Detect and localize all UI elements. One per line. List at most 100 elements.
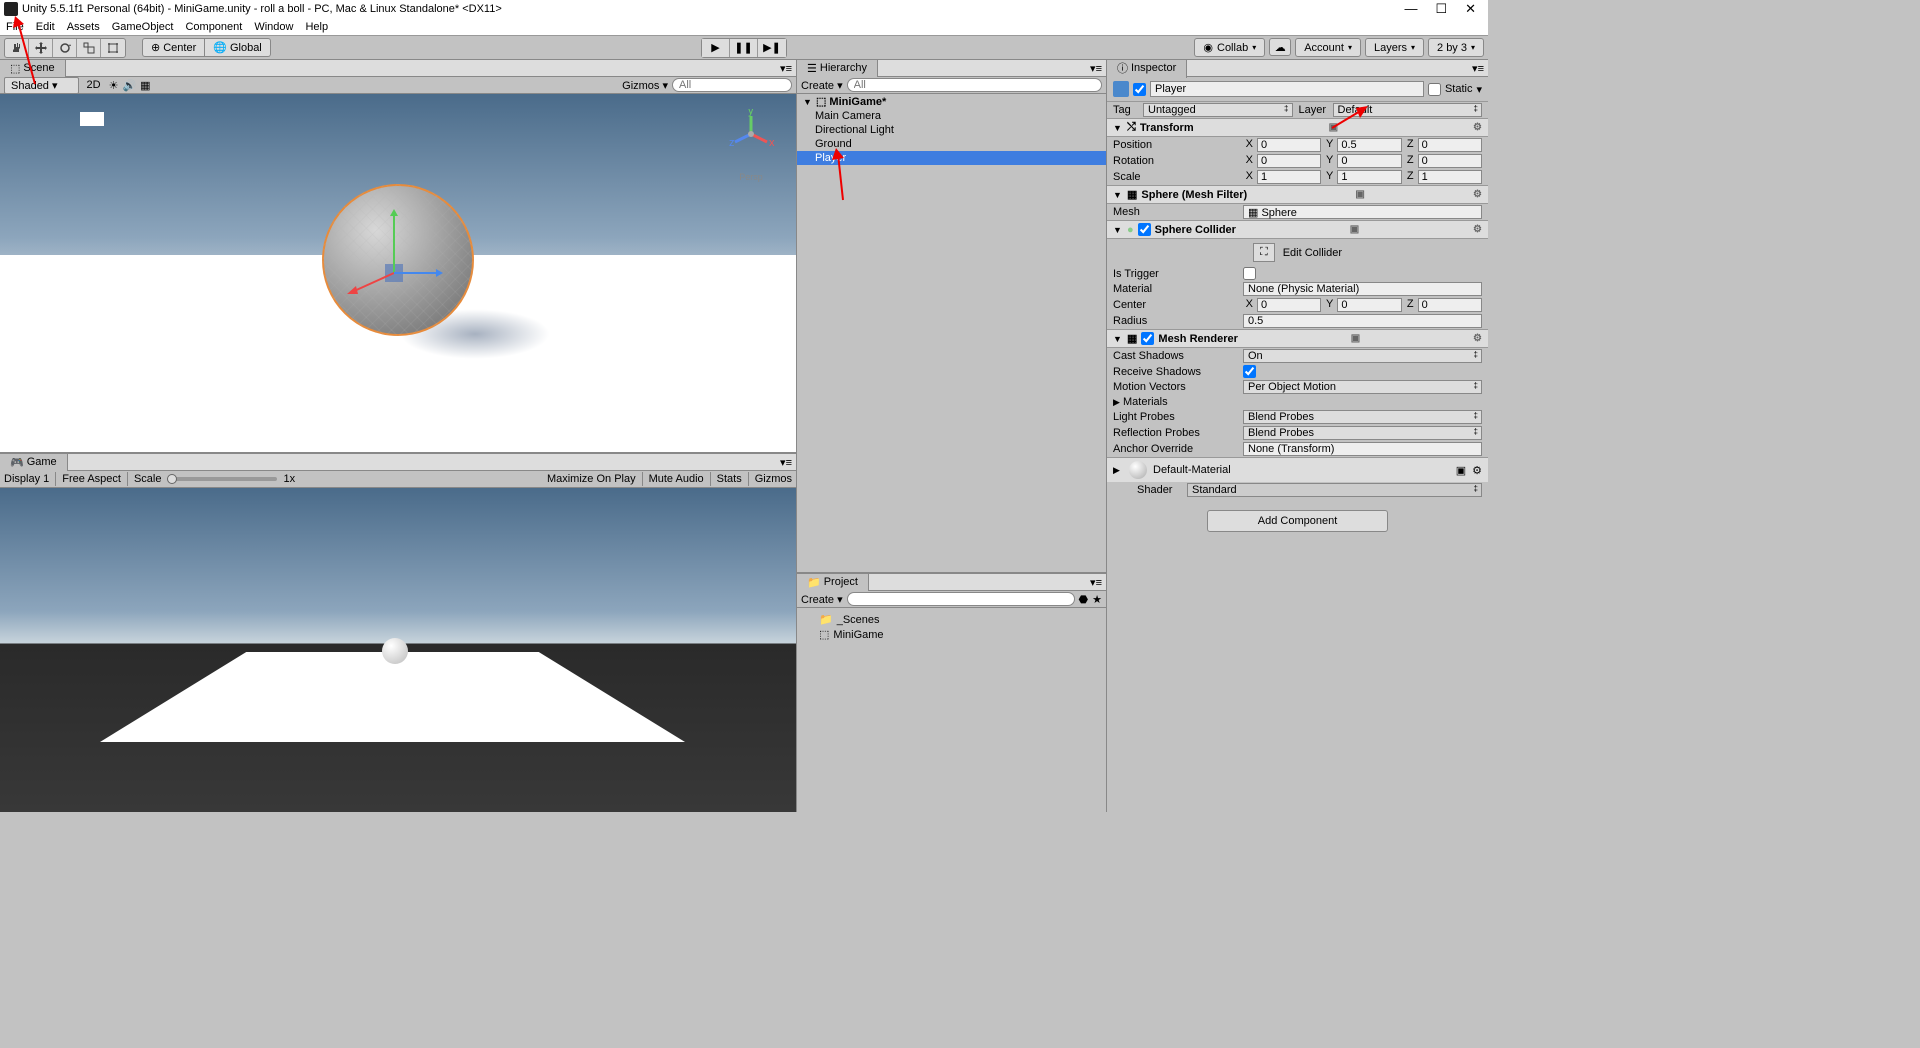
layer-dropdown[interactable]: Default (1333, 103, 1483, 117)
mode-2d-toggle[interactable]: 2D (83, 79, 105, 91)
menu-help[interactable]: Help (305, 21, 328, 33)
meshfilter-component-header[interactable]: ▼ ▦ Sphere (Mesh Filter) ▣ ⚙ (1107, 185, 1488, 204)
hierarchy-tree[interactable]: ▼ ⬚ MiniGame* Main Camera Directional Li… (797, 94, 1106, 572)
foldout-icon[interactable]: ▶ (1113, 397, 1123, 408)
center-x-input[interactable] (1257, 298, 1321, 312)
hierarchy-create-dropdown[interactable]: Create ▾ (801, 79, 843, 92)
shader-dropdown[interactable]: Standard (1187, 483, 1482, 497)
maximize-button[interactable]: ☐ (1435, 1, 1447, 17)
add-component-button[interactable]: Add Component (1207, 510, 1389, 532)
fx-toggle-icon[interactable]: ▦ (140, 79, 150, 92)
pivot-center-button[interactable]: ⊕ Center (142, 38, 205, 57)
renderer-component-header[interactable]: ▼ ▦ Mesh Renderer ▣ ⚙ (1107, 329, 1488, 348)
game-tab[interactable]: 🎮 Game (0, 454, 68, 471)
account-dropdown[interactable]: Account (1295, 38, 1361, 57)
component-help-icon[interactable]: ▣ (1456, 464, 1466, 477)
panel-menu-icon[interactable]: ▾≡ (1090, 576, 1106, 589)
physic-material-field[interactable]: None (Physic Material) (1243, 282, 1482, 296)
projection-label[interactable]: Persp (726, 172, 776, 182)
menu-assets[interactable]: Assets (67, 21, 100, 33)
panel-menu-icon[interactable]: ▾≡ (1090, 62, 1106, 75)
shading-mode-dropdown[interactable]: Shaded ▾ (4, 77, 79, 94)
hierarchy-scene-root[interactable]: ▼ ⬚ MiniGame* (797, 94, 1106, 109)
move-tool-button[interactable] (29, 39, 53, 57)
menu-edit[interactable]: Edit (36, 21, 55, 33)
hand-tool-button[interactable] (5, 39, 29, 57)
gizmos-dropdown[interactable]: Gizmos ▾ (622, 79, 668, 92)
transform-component-header[interactable]: ▼ ⤭ Transform ▣ ⚙ (1107, 118, 1488, 137)
hierarchy-item-ground[interactable]: Ground (797, 137, 1106, 151)
component-settings-icon[interactable]: ⚙ (1473, 333, 1482, 344)
foldout-icon[interactable]: ▼ (803, 97, 813, 107)
component-help-icon[interactable]: ▣ (1350, 224, 1359, 235)
hierarchy-search-input[interactable] (847, 78, 1102, 92)
position-y-input[interactable] (1337, 138, 1401, 152)
gameobject-icon[interactable] (1113, 81, 1129, 97)
component-help-icon[interactable]: ▣ (1329, 122, 1338, 133)
project-scene-minigame[interactable]: ⬚ MiniGame (801, 627, 1102, 642)
collab-dropdown[interactable]: ◉ Collab (1194, 38, 1265, 57)
scene-search-input[interactable] (672, 78, 792, 92)
pause-button[interactable]: ❚❚ (730, 39, 758, 57)
mesh-field[interactable]: ▦ Sphere (1243, 205, 1482, 219)
mute-toggle[interactable]: Mute Audio (649, 473, 704, 485)
renderer-enabled-checkbox[interactable] (1141, 332, 1154, 345)
material-header[interactable]: ▶ Default-Material ▣ ⚙ (1107, 457, 1488, 482)
project-tab[interactable]: 📁 Project (797, 574, 869, 591)
cast-shadows-dropdown[interactable]: On (1243, 349, 1482, 363)
inspector-tab[interactable]: ⓘ Inspector (1107, 58, 1187, 78)
project-folder-scenes[interactable]: 📁 _Scenes (801, 612, 1102, 627)
reflection-probes-dropdown[interactable]: Blend Probes (1243, 426, 1482, 440)
rotation-z-input[interactable] (1418, 154, 1482, 168)
panel-menu-icon[interactable]: ▾≡ (780, 456, 796, 469)
component-help-icon[interactable]: ▣ (1351, 333, 1360, 344)
hierarchy-item-directional-light[interactable]: Directional Light (797, 123, 1106, 137)
position-z-input[interactable] (1418, 138, 1482, 152)
static-checkbox[interactable] (1428, 83, 1441, 96)
foldout-icon[interactable]: ▼ (1113, 225, 1123, 235)
aspect-dropdown[interactable]: Free Aspect (62, 473, 121, 485)
is-trigger-checkbox[interactable] (1243, 267, 1256, 280)
scene-viewport[interactable]: y x z Persp http://blog.csdn.net/Wu_ziBo… (0, 94, 796, 452)
close-button[interactable]: ✕ (1465, 1, 1476, 17)
gameobject-active-checkbox[interactable] (1133, 83, 1146, 96)
lighting-toggle-icon[interactable]: ☀ (109, 79, 119, 92)
rotate-tool-button[interactable] (53, 39, 77, 57)
scale-y-input[interactable] (1337, 170, 1401, 184)
rotation-x-input[interactable] (1257, 154, 1321, 168)
rect-tool-button[interactable] (101, 39, 125, 57)
scale-z-input[interactable] (1418, 170, 1482, 184)
scale-tool-button[interactable] (77, 39, 101, 57)
project-search-input[interactable] (847, 592, 1075, 606)
receive-shadows-checkbox[interactable] (1243, 365, 1256, 378)
position-x-input[interactable] (1257, 138, 1321, 152)
component-settings-icon[interactable]: ⚙ (1472, 464, 1482, 477)
foldout-icon[interactable]: ▼ (1113, 123, 1123, 133)
collider-enabled-checkbox[interactable] (1138, 223, 1151, 236)
menu-window[interactable]: Window (254, 21, 293, 33)
game-gizmos-dropdown[interactable]: Gizmos (755, 473, 792, 485)
move-gizmo[interactable] (380, 254, 460, 317)
project-tree[interactable]: 📁 _Scenes ⬚ MiniGame (797, 608, 1106, 646)
foldout-icon[interactable]: ▼ (1113, 190, 1123, 200)
collider-component-header[interactable]: ▼ ● Sphere Collider ▣ ⚙ (1107, 220, 1488, 239)
hierarchy-item-main-camera[interactable]: Main Camera (797, 109, 1106, 123)
foldout-icon[interactable]: ▼ (1113, 334, 1123, 344)
scale-slider[interactable] (167, 477, 277, 481)
radius-input[interactable] (1243, 314, 1482, 328)
maximize-toggle[interactable]: Maximize On Play (547, 473, 636, 485)
center-z-input[interactable] (1418, 298, 1482, 312)
project-filter-icon[interactable]: ⬣ (1079, 593, 1089, 606)
rotation-y-input[interactable] (1337, 154, 1401, 168)
component-settings-icon[interactable]: ⚙ (1473, 122, 1482, 133)
component-settings-icon[interactable]: ⚙ (1473, 224, 1482, 235)
component-help-icon[interactable]: ▣ (1355, 189, 1364, 200)
hierarchy-tab[interactable]: ☰ Hierarchy (797, 60, 878, 77)
scene-tab[interactable]: ⬚ Scene (0, 60, 66, 77)
edit-collider-button[interactable]: ⛶ (1253, 243, 1275, 262)
step-button[interactable]: ▶❚ (758, 39, 786, 57)
gameobject-name-input[interactable] (1150, 81, 1424, 97)
minimize-button[interactable]: — (1404, 1, 1417, 17)
project-create-dropdown[interactable]: Create ▾ (801, 593, 843, 606)
pivot-global-button[interactable]: 🌐 Global (205, 38, 271, 57)
